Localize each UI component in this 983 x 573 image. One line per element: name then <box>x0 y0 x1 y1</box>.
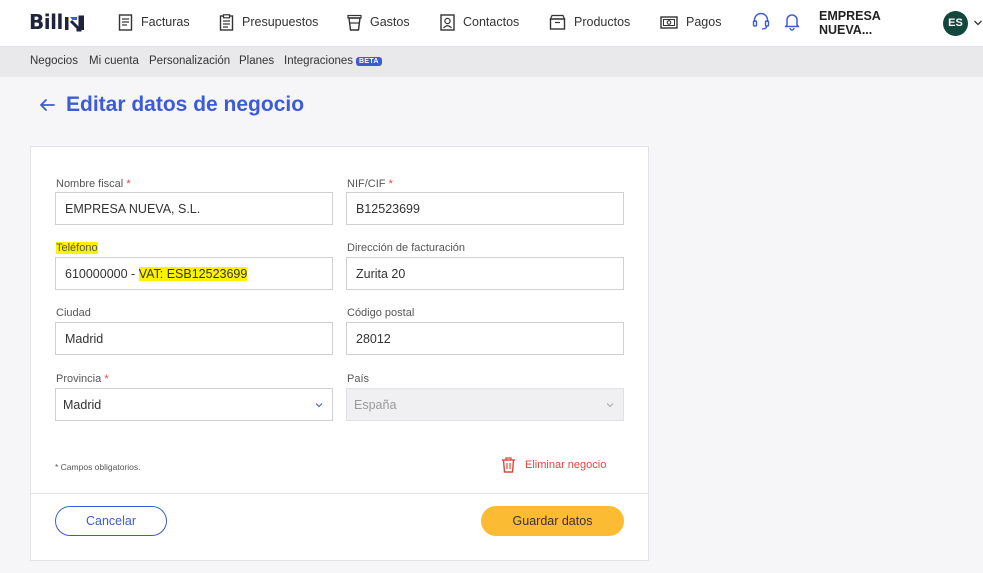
nav-presupuestos-label: Presupuestos <box>242 15 319 29</box>
codigo-postal-value: 28012 <box>356 331 391 346</box>
nif-value: B12523699 <box>356 201 420 216</box>
telefono-label-text: Teléfono <box>56 242 98 254</box>
expense-cup-icon <box>347 14 362 31</box>
chevron-down-icon <box>315 403 323 408</box>
subnav-personalizacion[interactable]: Personalización <box>149 55 230 67</box>
card-divider <box>31 493 648 494</box>
account-name: EMPRESA NUEVA... <box>819 9 881 37</box>
nav-facturas[interactable]: Facturas <box>118 12 190 32</box>
page-title: Editar datos de negocio <box>66 93 305 116</box>
pais-label-text: País <box>347 373 370 385</box>
codigo-postal-input[interactable]: 28012 <box>346 322 624 355</box>
subnav-negocios[interactable]: Negocios <box>30 55 78 67</box>
nav-gastos-label: Gastos <box>370 15 410 29</box>
provincia-value: Madrid <box>63 397 102 412</box>
cancel-button-label: Cancelar <box>85 514 137 528</box>
product-box-icon <box>549 14 566 30</box>
logo-mark-icon <box>64 13 86 32</box>
nombre-fiscal-label: Nombre fiscal * <box>56 178 131 190</box>
nav-productos-label: Productos <box>574 15 631 29</box>
ciudad-input[interactable]: Madrid <box>55 322 333 355</box>
pais-value: España <box>354 397 397 412</box>
required-mark: * <box>126 178 131 190</box>
nif-label-text: NIF/CIF <box>347 178 386 190</box>
nav-facturas-label: Facturas <box>141 15 190 29</box>
codigo-postal-label-text: Código postal <box>347 307 415 319</box>
settings-subnav: Negocios Mi cuenta Personalización Plane… <box>0 47 983 77</box>
cancel-button[interactable]: Cancelar <box>55 506 167 536</box>
provincia-label-text: Provincia <box>56 373 102 385</box>
nav-contactos-label: Contactos <box>463 15 520 29</box>
delete-business-label: Eliminar negocio <box>525 458 607 471</box>
business-form-card: Nombre fiscal * EMPRESA NUEVA, S.L. NIF/… <box>30 146 649 561</box>
subnav-negocios-label: Negocios <box>30 55 78 67</box>
avatar: ES <box>943 10 968 36</box>
nav-presupuestos[interactable]: Presupuestos <box>219 12 318 32</box>
save-button[interactable]: Guardar datos <box>481 506 624 536</box>
support-headset-icon[interactable] <box>751 11 771 31</box>
nav-productos[interactable]: Productos <box>549 12 630 32</box>
subnav-mi-cuenta[interactable]: Mi cuenta <box>89 55 139 67</box>
nombre-fiscal-input[interactable]: EMPRESA NUEVA, S.L. <box>55 192 333 225</box>
required-note-text: * Campos obligatorios. <box>55 462 141 472</box>
logo-text: Bill <box>29 10 63 34</box>
pais-select: España <box>346 388 624 421</box>
subnav-integraciones[interactable]: Integraciones BETA <box>284 55 382 67</box>
billin-logo[interactable]: Bill <box>29 10 86 34</box>
nif-label: NIF/CIF * <box>347 178 393 190</box>
codigo-postal-label: Código postal <box>347 307 414 319</box>
nav-pagos-label: Pagos <box>686 15 722 29</box>
direccion-label: Dirección de facturación <box>347 242 465 254</box>
ciudad-label: Ciudad <box>56 307 91 319</box>
required-mark: * <box>388 178 393 190</box>
subnav-integraciones-label: Integraciones <box>284 55 354 67</box>
trash-icon <box>502 457 515 473</box>
account-menu[interactable]: EMPRESA NUEVA... ES <box>819 9 983 37</box>
direccion-input[interactable]: Zurita 20 <box>346 257 624 290</box>
beta-badge: BETA <box>356 56 382 66</box>
direccion-label-text: Dirección de facturación <box>347 242 466 254</box>
pais-label: País <box>347 373 369 385</box>
subnav-mi-cuenta-label: Mi cuenta <box>89 55 139 67</box>
nav-gastos[interactable]: Gastos <box>347 12 410 32</box>
back-arrow-icon[interactable] <box>38 96 56 114</box>
direccion-value: Zurita 20 <box>356 266 406 281</box>
subnav-planes[interactable]: Planes <box>239 55 274 67</box>
subnav-personalizacion-label: Personalización <box>149 55 231 67</box>
telefono-label: Teléfono <box>56 242 98 254</box>
telefono-value-highlight: VAT: ESB12523699 <box>138 266 248 281</box>
delete-business-link[interactable]: Eliminar negocio <box>501 456 606 473</box>
required-fields-note: * Campos obligatorios. <box>55 462 141 472</box>
nav-contactos[interactable]: Contactos <box>440 12 519 32</box>
invoice-icon <box>118 13 133 31</box>
required-mark: * <box>104 373 109 385</box>
telefono-input[interactable]: 610000000 - VAT: ESB12523699 <box>55 257 333 290</box>
ciudad-label-text: Ciudad <box>56 307 91 319</box>
subnav-planes-label: Planes <box>239 55 275 67</box>
nombre-fiscal-value: EMPRESA NUEVA, S.L. <box>65 201 201 216</box>
nav-pagos[interactable]: Pagos <box>660 12 721 32</box>
provincia-select[interactable]: Madrid <box>55 388 333 421</box>
nif-input[interactable]: B12523699 <box>346 192 624 225</box>
chevron-down-icon <box>606 403 614 408</box>
estimate-icon <box>219 13 234 31</box>
telefono-value-prefix: 610000000 - <box>65 266 139 281</box>
chevron-down-icon <box>974 20 982 26</box>
contact-icon <box>440 13 455 31</box>
top-navbar: Bill Facturas Presupuestos Gastos Contac… <box>0 0 983 47</box>
bell-icon[interactable] <box>782 11 802 31</box>
save-button-label: Guardar datos <box>512 514 593 528</box>
nombre-fiscal-label-text: Nombre fiscal <box>56 178 124 190</box>
provincia-label: Provincia * <box>56 373 109 385</box>
ciudad-value: Madrid <box>65 331 104 346</box>
payment-icon <box>660 15 678 29</box>
